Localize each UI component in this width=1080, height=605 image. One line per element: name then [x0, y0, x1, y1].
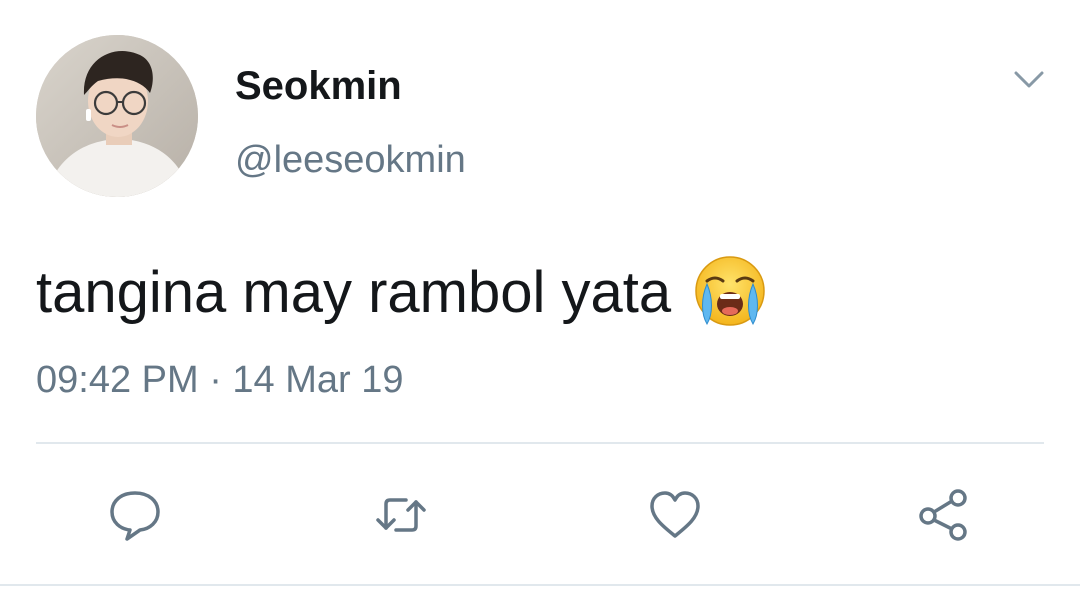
- tweet-card: Seokmin @leeseokmin tangina may rambol y…: [0, 0, 1080, 605]
- reply-button[interactable]: [106, 486, 164, 544]
- share-nodes-icon: [919, 489, 967, 541]
- like-button[interactable]: [646, 486, 704, 544]
- bottom-divider: [0, 584, 1080, 586]
- tweet-text: tangina may rambol yata: [36, 260, 672, 325]
- divider: [36, 442, 1044, 444]
- avatar[interactable]: [36, 35, 198, 197]
- user-handle[interactable]: @leeseokmin: [235, 138, 466, 182]
- tweet-timestamp[interactable]: 09:42 PM · 14 Mar 19: [36, 358, 404, 402]
- avatar-photo: [36, 35, 198, 197]
- chevron-down-icon[interactable]: [1012, 62, 1046, 96]
- comment-bubble-icon: [110, 491, 160, 541]
- loudly-crying-face-emoji-icon: [693, 254, 767, 328]
- retweet-button[interactable]: [372, 486, 430, 544]
- heart-icon: [650, 491, 700, 538]
- retweet-arrows-icon: [376, 498, 426, 532]
- tweet-text-line: tangina may rambol yata: [36, 256, 767, 330]
- share-button[interactable]: [914, 486, 972, 544]
- display-name[interactable]: Seokmin: [235, 64, 402, 108]
